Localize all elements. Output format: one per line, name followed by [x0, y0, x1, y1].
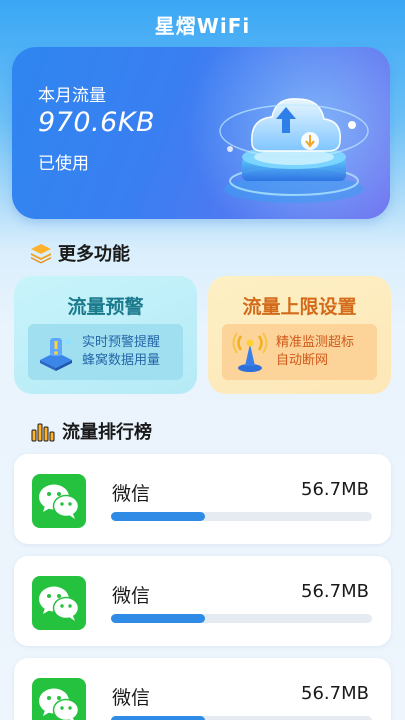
app-usage: 56.7MB — [301, 581, 369, 602]
traffic-warning-info: 实时预警提醒 蜂窝数据用量 — [28, 324, 183, 380]
app-name: 微信 — [112, 687, 151, 709]
usage-bar-fill — [111, 614, 205, 623]
ranking-item[interactable]: 微信 56.7MB — [14, 454, 391, 544]
traffic-limit-info: 精准监测超标 自动断网 — [222, 324, 377, 380]
usage-bar-track — [111, 512, 372, 521]
traffic-limit-desc-line2: 自动断网 — [276, 353, 329, 368]
usage-bar-fill — [111, 512, 205, 521]
traffic-warning-card[interactable]: 流量预警 实时预警提醒 蜂窝数据用量 — [14, 276, 197, 394]
ranking-title: 流量排行榜 — [62, 422, 152, 443]
traffic-warning-desc: 实时预警提醒 蜂窝数据用量 — [82, 334, 160, 370]
wechat-icon — [32, 678, 86, 720]
ranking-item[interactable]: 微信 56.7MB — [14, 556, 391, 646]
used-label: 已使用 — [38, 154, 89, 174]
app-name: 微信 — [112, 585, 151, 607]
usage-bar-track — [111, 716, 372, 720]
cloud-upload-illustration — [219, 98, 369, 203]
app-title: 星熠WiFi — [154, 13, 251, 38]
more-features-title: 更多功能 — [58, 244, 130, 265]
ranking-item[interactable]: 微信 56.7MB — [14, 658, 391, 720]
wechat-icon — [32, 474, 86, 528]
alert-chip-icon — [40, 338, 72, 371]
usage-bar-track — [111, 614, 372, 623]
traffic-warning-desc-line1: 实时预警提醒 — [82, 335, 161, 350]
top-bar: 星熠WiFi — [0, 0, 405, 48]
traffic-warning-title: 流量预警 — [67, 296, 144, 318]
ranking-heading: 流量排行榜 — [30, 418, 152, 444]
more-features-heading: 更多功能 — [30, 240, 130, 266]
traffic-warning-desc-line2: 蜂窝数据用量 — [82, 353, 161, 368]
monthly-usage-card: 本月流量 970.6KB 已使用 — [12, 47, 390, 219]
layers-icon — [31, 244, 51, 264]
traffic-limit-card[interactable]: 流量上限设置 精准监测超标 自动断网 — [208, 276, 391, 394]
usage-bar-fill — [111, 716, 205, 720]
bar-chart-icon — [31, 423, 55, 442]
app-name: 微信 — [112, 483, 151, 505]
antenna-tower-icon — [232, 332, 268, 372]
traffic-limit-desc-line1: 精准监测超标 — [276, 335, 355, 350]
app-usage: 56.7MB — [301, 683, 369, 704]
traffic-limit-desc: 精准监测超标 自动断网 — [276, 334, 354, 370]
month-usage-label: 本月流量 — [38, 86, 106, 106]
traffic-limit-title: 流量上限设置 — [242, 296, 357, 318]
app-usage: 56.7MB — [301, 479, 369, 500]
wechat-icon — [32, 576, 86, 630]
used-value: 970.6KB — [38, 107, 156, 138]
